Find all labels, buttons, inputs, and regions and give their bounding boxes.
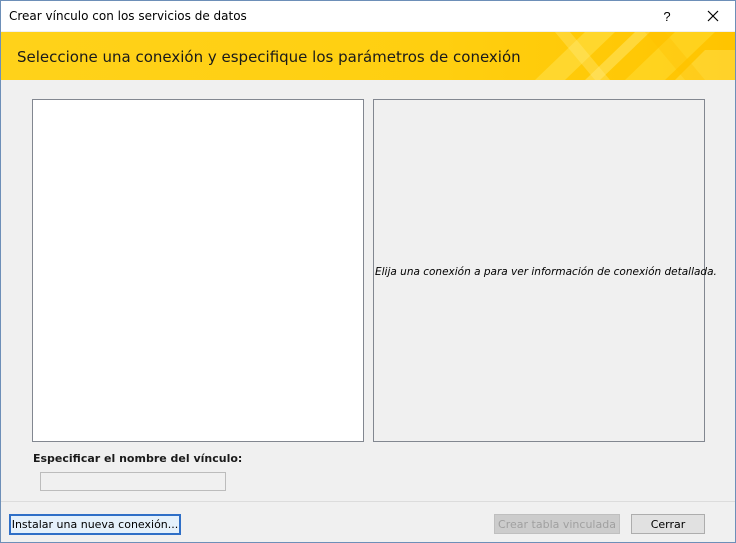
title-bar: Crear vínculo con los servicios de datos… bbox=[1, 1, 735, 31]
close-window-button[interactable] bbox=[691, 1, 735, 31]
banner-title: Seleccione una conexión y especifique lo… bbox=[17, 48, 521, 66]
window-title: Crear vínculo con los servicios de datos bbox=[9, 9, 247, 23]
connections-list[interactable] bbox=[32, 99, 364, 442]
connection-info-panel: Elija una conexión a para ver informació… bbox=[373, 99, 717, 442]
footer-separator bbox=[1, 501, 735, 502]
link-name-label: Especificar el nombre del vínculo: bbox=[33, 452, 243, 465]
close-button[interactable]: Cerrar bbox=[631, 514, 705, 534]
dialog-window: Crear vínculo con los servicios de datos… bbox=[0, 0, 736, 543]
create-linked-table-button[interactable]: Crear tabla vinculada bbox=[494, 514, 620, 534]
install-connection-button[interactable]: Instalar una nueva conexión... bbox=[9, 514, 181, 535]
header-banner: Seleccione una conexión y especifique lo… bbox=[1, 32, 735, 80]
close-icon bbox=[707, 10, 719, 22]
connection-info-text: Elija una conexión a para ver informació… bbox=[375, 266, 717, 278]
link-name-input[interactable] bbox=[40, 472, 226, 491]
help-button[interactable]: ? bbox=[645, 1, 689, 31]
